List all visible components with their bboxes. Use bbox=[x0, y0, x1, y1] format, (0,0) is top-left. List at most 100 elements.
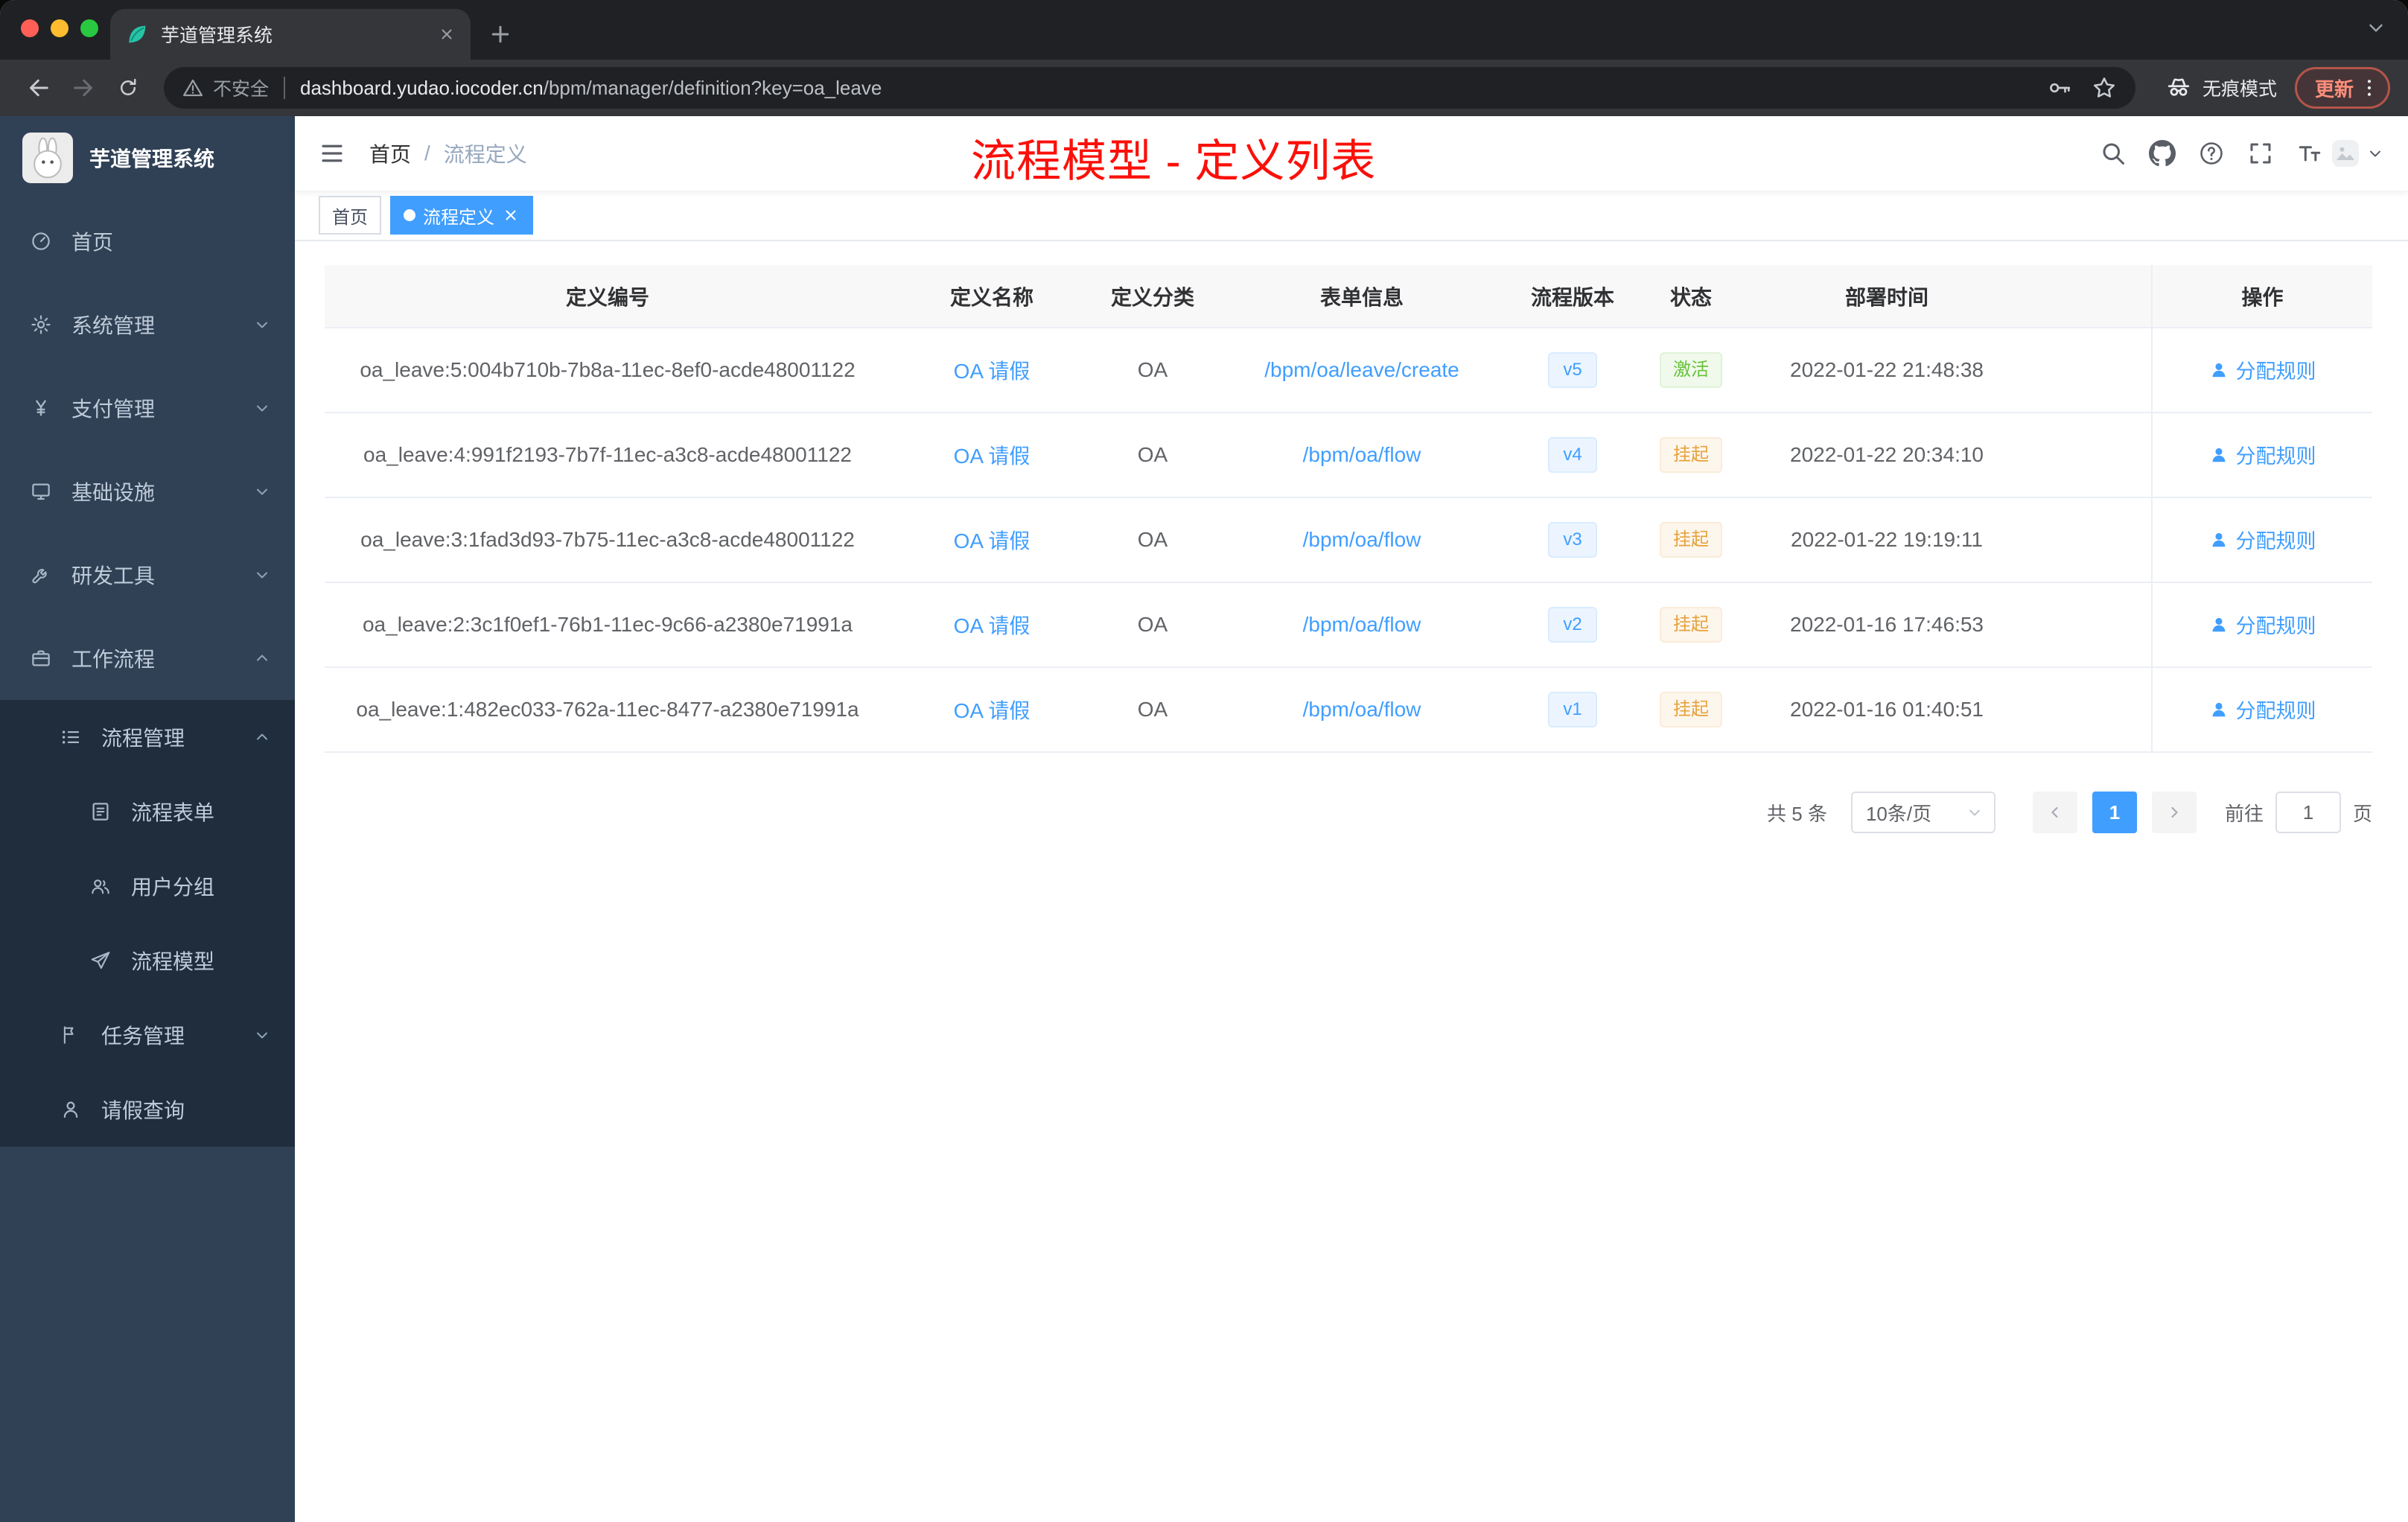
kebab-menu-icon[interactable] bbox=[2358, 77, 2380, 99]
pagination-total: 共 5 条 bbox=[1767, 802, 1827, 825]
definition-name-link[interactable]: OA 请假 bbox=[954, 699, 1031, 722]
omnibox-divider bbox=[284, 77, 286, 99]
sidebar-item[interactable]: 工作流程 bbox=[0, 617, 295, 700]
cell-definition-id: oa_leave:1:482ec033-762a-11ec-8477-a2380… bbox=[356, 698, 859, 721]
sidebar-item-label: 首页 bbox=[71, 231, 114, 254]
cell-deploy-time: 2022-01-22 19:19:11 bbox=[1791, 528, 1983, 551]
sidebar-item-label: 请假查询 bbox=[101, 1099, 185, 1122]
close-icon[interactable] bbox=[502, 206, 520, 224]
assign-rule-button[interactable]: 分配规则 bbox=[2209, 525, 2316, 554]
sidebar-item[interactable]: 支付管理 bbox=[0, 366, 295, 450]
assign-rule-button[interactable]: 分配规则 bbox=[2209, 440, 2316, 469]
forward-button[interactable] bbox=[63, 67, 104, 109]
status-badge: 激活 bbox=[1660, 352, 1722, 388]
sidebar-item[interactable]: 研发工具 bbox=[0, 533, 295, 617]
definition-name-link[interactable]: OA 请假 bbox=[954, 360, 1031, 383]
sidebar-item[interactable]: 请假查询 bbox=[0, 1072, 295, 1147]
back-button[interactable] bbox=[18, 67, 60, 109]
filler-cell bbox=[2025, 328, 2152, 413]
browser-update-button[interactable]: 更新 bbox=[2294, 67, 2390, 109]
chevron-down-icon bbox=[1966, 803, 1984, 821]
goto-label: 前往 bbox=[2224, 802, 2264, 825]
sidebar-item[interactable]: 用户分组 bbox=[0, 849, 295, 923]
chevron-down-icon bbox=[253, 566, 271, 584]
table-row: oa_leave:4:991f2193-7b7f-11ec-a3c8-acde4… bbox=[325, 413, 2372, 498]
sidebar-item[interactable]: 系统管理 bbox=[0, 283, 295, 366]
security-label[interactable]: 不安全 bbox=[213, 74, 269, 101]
table-row: oa_leave:3:1fad3d93-7b75-11ec-a3c8-acde4… bbox=[325, 497, 2372, 583]
prev-page-button[interactable] bbox=[2032, 792, 2077, 833]
user-avatar-dropdown[interactable] bbox=[2332, 140, 2384, 167]
address-bar[interactable]: 不安全 dashboard.yudao.iocoder.cn/bpm/manag… bbox=[164, 67, 2135, 109]
hamburger-icon[interactable] bbox=[319, 140, 345, 167]
assign-rule-label: 分配规则 bbox=[2235, 615, 2316, 638]
current-page-button[interactable]: 1 bbox=[2092, 792, 2137, 833]
page-jump-input[interactable] bbox=[2275, 792, 2341, 833]
window-close-button[interactable] bbox=[21, 19, 39, 37]
incognito-icon bbox=[2165, 74, 2192, 101]
table-row: oa_leave:2:3c1f0ef1-76b1-11ec-9c66-a2380… bbox=[325, 582, 2372, 668]
page-size-select[interactable]: 10条/页 bbox=[1850, 792, 1995, 833]
definition-name-link[interactable]: OA 请假 bbox=[954, 529, 1031, 553]
github-icon[interactable] bbox=[2149, 140, 2176, 167]
browser-tab[interactable]: 芋道管理系统 bbox=[110, 9, 471, 60]
next-page-button[interactable] bbox=[2151, 792, 2197, 833]
tab-search-button[interactable] bbox=[2365, 16, 2387, 45]
font-size-icon[interactable] bbox=[2296, 140, 2323, 167]
reload-button[interactable] bbox=[107, 67, 149, 109]
form-link[interactable]: /bpm/oa/flow bbox=[1303, 698, 1421, 721]
window-minimize-button[interactable] bbox=[51, 19, 69, 37]
tab-close-icon[interactable] bbox=[438, 25, 456, 43]
sidebar-logo[interactable]: 芋道管理系统 bbox=[0, 116, 295, 200]
fullscreen-icon[interactable] bbox=[2247, 140, 2274, 167]
window-zoom-button[interactable] bbox=[80, 19, 98, 37]
cell-category: OA bbox=[1137, 613, 1168, 636]
definition-name-link[interactable]: OA 请假 bbox=[954, 445, 1031, 468]
breadcrumb-item[interactable]: 首页 bbox=[369, 138, 411, 168]
sidebar-item[interactable]: 流程表单 bbox=[0, 774, 295, 849]
definition-name-link[interactable]: OA 请假 bbox=[954, 614, 1031, 637]
tag-label: 首页 bbox=[332, 207, 368, 228]
column-header: 表单信息 bbox=[1212, 265, 1512, 328]
form-link[interactable]: /bpm/oa/flow bbox=[1303, 528, 1421, 551]
tag[interactable]: 流程定义 bbox=[390, 196, 533, 235]
form-link[interactable]: /bpm/oa/leave/create bbox=[1264, 358, 1459, 381]
column-header: 部署时间 bbox=[1748, 265, 2025, 328]
chevron-left-icon bbox=[2046, 803, 2064, 821]
sidebar-item-label: 研发工具 bbox=[71, 564, 156, 588]
user-solid-icon bbox=[2209, 615, 2229, 634]
sidebar-item-label: 支付管理 bbox=[71, 398, 156, 421]
avatar bbox=[2332, 140, 2359, 167]
column-header: 流程版本 bbox=[1512, 265, 1634, 328]
plus-icon bbox=[487, 21, 514, 48]
search-icon[interactable] bbox=[2100, 140, 2127, 167]
assign-rule-button[interactable]: 分配规则 bbox=[2209, 355, 2316, 384]
user-solid-icon bbox=[2209, 530, 2229, 550]
sidebar-item[interactable]: 基础设施 bbox=[0, 450, 295, 533]
sidebar-item[interactable]: 任务管理 bbox=[0, 998, 295, 1072]
browser-tab-strip: 芋道管理系统 bbox=[0, 0, 2408, 60]
question-icon[interactable] bbox=[2198, 140, 2225, 167]
form-link[interactable]: /bpm/oa/flow bbox=[1303, 613, 1421, 636]
cell-category: OA bbox=[1137, 443, 1168, 466]
bookmark-star-icon[interactable] bbox=[2091, 74, 2118, 101]
avatar-caret-icon bbox=[2366, 144, 2384, 162]
cell-deploy-time: 2022-01-16 01:40:51 bbox=[1790, 698, 1984, 721]
chevron-down-icon bbox=[2365, 16, 2387, 39]
logo-title: 芋道管理系统 bbox=[89, 147, 215, 171]
new-tab-button[interactable] bbox=[480, 13, 521, 55]
pagination: 共 5 条 10条/页 1 前往 页 bbox=[325, 792, 2372, 833]
breadcrumb-separator: / bbox=[424, 141, 430, 165]
tag[interactable]: 首页 bbox=[319, 196, 381, 235]
sidebar-item[interactable]: 流程管理 bbox=[0, 700, 295, 774]
key-icon[interactable] bbox=[2046, 74, 2073, 101]
form-link[interactable]: /bpm/oa/flow bbox=[1303, 443, 1421, 466]
assign-rule-button[interactable]: 分配规则 bbox=[2209, 695, 2316, 724]
assign-rule-button[interactable]: 分配规则 bbox=[2209, 610, 2316, 639]
sidebar-item[interactable]: 首页 bbox=[0, 200, 295, 283]
column-header: 状态 bbox=[1634, 265, 1748, 328]
logo-avatar bbox=[22, 133, 73, 183]
sidebar-item[interactable]: 流程模型 bbox=[0, 923, 295, 998]
table-body: oa_leave:5:004b710b-7b8a-11ec-8ef0-acde4… bbox=[325, 328, 2372, 753]
tag-label: 流程定义 bbox=[423, 207, 494, 228]
